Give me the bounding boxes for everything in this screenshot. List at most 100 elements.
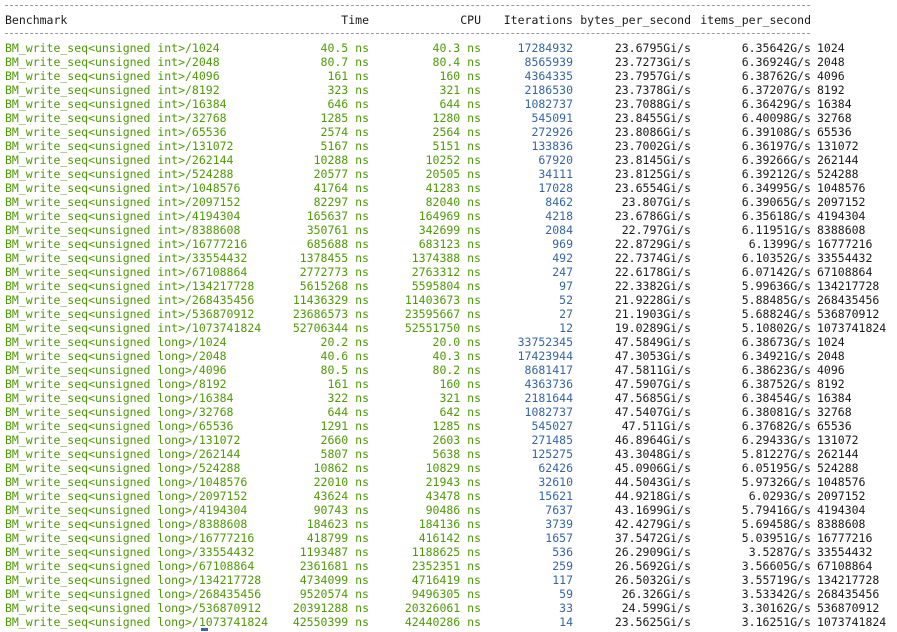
cpu-value: 642 ns [439, 405, 481, 419]
iterations-value: 34111 [538, 167, 573, 181]
bytes-per-second-value: 22.6178Gi/s [614, 265, 691, 279]
table-row: BM_write_seq<unsigned long>/524288 10862 … [0, 461, 897, 475]
bytes-per-second-value: 37.5472Gi/s [614, 531, 691, 545]
items-per-second-value: 6.38673G/s [741, 335, 811, 349]
time-value: 2574 ns [320, 125, 369, 139]
benchmark-name: BM_write_seq<unsigned long>/67108864 [5, 559, 255, 573]
size-label: 4194304 [817, 503, 866, 517]
size-label: 134217728 [817, 573, 880, 587]
cpu-value: 2763312 ns [411, 265, 481, 279]
time-value: 165637 ns [306, 209, 369, 223]
bytes-per-second-value: 26.326Gi/s [621, 587, 691, 601]
time-value: 80.7 ns [320, 55, 369, 69]
time-value: 41764 ns [313, 181, 369, 195]
cpu-value: 10829 ns [425, 461, 481, 475]
bytes-per-second-value: 22.8729Gi/s [614, 237, 691, 251]
time-value: 685688 ns [306, 237, 369, 251]
iterations-value: 3739 [545, 517, 573, 531]
size-label: 262144 [817, 447, 859, 461]
cpu-value: 80.4 ns [432, 55, 481, 69]
time-value: 4734099 ns [299, 573, 369, 587]
time-value: 644 ns [327, 405, 369, 419]
time-value: 5167 ns [320, 139, 369, 153]
iterations-value: 133836 [531, 139, 573, 153]
table-row: BM_write_seq<unsigned long>/16777216 4187… [0, 531, 897, 545]
items-per-second-value: 6.05195G/s [741, 461, 811, 475]
table-row: BM_write_seq<unsigned long>/536870912 203… [0, 601, 897, 615]
time-value: 43624 ns [313, 489, 369, 503]
cpu-value: 2564 ns [432, 125, 481, 139]
items-per-second-value: 6.38752G/s [741, 377, 811, 391]
bytes-per-second-value: 47.5849Gi/s [614, 335, 691, 349]
size-label: 16384 [817, 97, 852, 111]
time-value: 2361681 ns [299, 559, 369, 573]
benchmark-name: BM_write_seq<unsigned long>/1048576 [5, 475, 248, 489]
benchmark-name: BM_write_seq<unsigned int>/4194304 [5, 209, 241, 223]
bytes-per-second-value: 24.599Gi/s [621, 601, 691, 615]
iterations-value: 1657 [545, 531, 573, 545]
bytes-per-second-value: 44.9218Gi/s [614, 489, 691, 503]
iterations-value: 17423944 [517, 349, 573, 363]
benchmark-name: BM_write_seq<unsigned int>/2048 [5, 55, 220, 69]
bytes-per-second-value: 47.5685Gi/s [614, 391, 691, 405]
table-row: BM_write_seq<unsigned int>/16777216 68568… [0, 237, 897, 251]
table-row: BM_write_seq<unsigned long>/8388608 18462… [0, 517, 897, 531]
cpu-value: 1285 ns [432, 419, 481, 433]
items-per-second-value: 6.39212G/s [741, 167, 811, 181]
bytes-per-second-value: 26.2909Gi/s [614, 545, 691, 559]
iterations-value: 32610 [538, 475, 573, 489]
cpu-value: 321 ns [439, 391, 481, 405]
table-row: BM_write_seq<unsigned int>/65536 2574 ns 2… [0, 125, 897, 139]
terminal-window[interactable]: Benchmark Time CPU Iterations bytes_per_… [0, 0, 897, 632]
size-label: 524288 [817, 461, 859, 475]
benchmark-name: BM_write_seq<unsigned long>/536870912 [5, 601, 262, 615]
size-label: 8388608 [817, 223, 866, 237]
benchmark-name: BM_write_seq<unsigned int>/8388608 [5, 223, 241, 237]
time-value: 20577 ns [313, 167, 369, 181]
bytes-per-second-value: 23.6786Gi/s [614, 209, 691, 223]
items-per-second-value: 6.35642G/s [741, 41, 811, 55]
size-label: 33554432 [817, 251, 873, 265]
benchmark-name: BM_write_seq<unsigned long>/32768 [5, 405, 234, 419]
items-per-second-value: 6.38081G/s [741, 405, 811, 419]
cpu-value: 40.3 ns [432, 41, 481, 55]
iterations-value: 97 [559, 279, 573, 293]
time-value: 418799 ns [306, 531, 369, 545]
iterations-value: 4364335 [524, 69, 573, 83]
cpu-value: 2352351 ns [411, 559, 481, 573]
size-label: 65536 [817, 419, 852, 433]
items-per-second-value: 5.99636G/s [741, 279, 811, 293]
cpu-value: 10252 ns [425, 153, 481, 167]
cpu-value: 164969 ns [418, 209, 481, 223]
bytes-per-second-value: 45.0906Gi/s [614, 461, 691, 475]
time-value: 82297 ns [313, 195, 369, 209]
benchmark-name: BM_write_seq<unsigned long>/33554432 [5, 545, 255, 559]
items-per-second-value: 6.34921G/s [741, 349, 811, 363]
iterations-value: 1082737 [524, 405, 573, 419]
iterations-value: 272926 [531, 125, 573, 139]
bytes-per-second-value: 46.8964Gi/s [614, 433, 691, 447]
benchmark-name: BM_write_seq<unsigned long>/16777216 [5, 531, 255, 545]
table-row: BM_write_seq<unsigned long>/33554432 1193… [0, 545, 897, 559]
bytes-per-second-value: 23.8455Gi/s [614, 111, 691, 125]
cpu-value: 52551750 ns [404, 321, 481, 335]
size-label: 134217728 [817, 279, 880, 293]
iterations-value: 4363736 [524, 377, 573, 391]
items-per-second-value: 3.16251G/s [741, 615, 811, 629]
benchmark-name: BM_write_seq<unsigned int>/524288 [5, 167, 234, 181]
items-per-second-value: 6.34995G/s [741, 181, 811, 195]
size-label: 8192 [817, 377, 845, 391]
benchmark-name: BM_write_seq<unsigned int>/131072 [5, 139, 234, 153]
items-per-second-value: 5.88485G/s [741, 293, 811, 307]
bytes-per-second-value: 23.7273Gi/s [614, 55, 691, 69]
time-value: 5615268 ns [299, 279, 369, 293]
benchmark-name: BM_write_seq<unsigned int>/4096 [5, 69, 220, 83]
cpu-value: 184136 ns [418, 517, 481, 531]
time-value: 323 ns [327, 83, 369, 97]
benchmark-name: BM_write_seq<unsigned long>/2048 [5, 349, 227, 363]
size-label: 32768 [817, 111, 852, 125]
items-per-second-value: 6.36197G/s [741, 139, 811, 153]
time-value: 42550399 ns [292, 615, 369, 629]
cpu-value: 342699 ns [418, 223, 481, 237]
benchmark-name: BM_write_seq<unsigned int>/67108864 [5, 265, 248, 279]
